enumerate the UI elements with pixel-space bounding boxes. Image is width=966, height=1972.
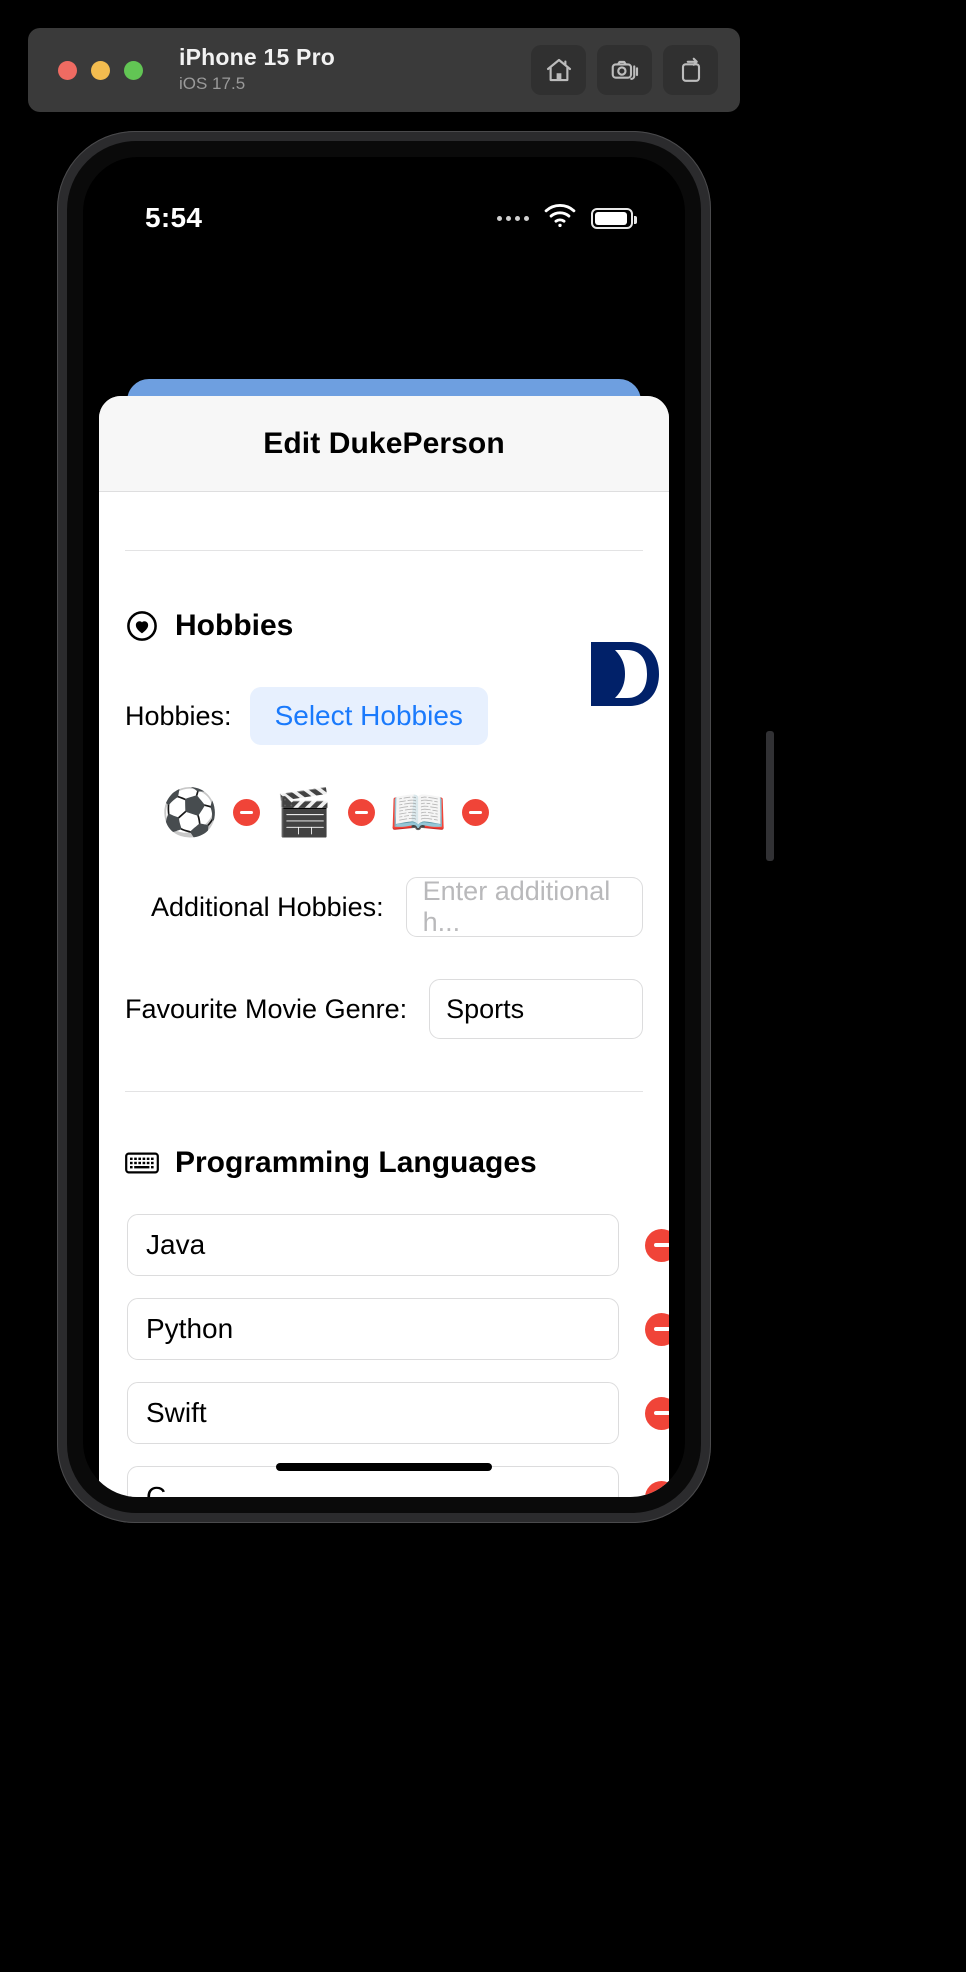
- hobbies-section-title: Hobbies: [175, 609, 294, 642]
- clapper-board-emoji: 🎬: [275, 786, 333, 838]
- screenshot-button[interactable]: [597, 45, 652, 95]
- simulator-titlebar: iPhone 15 Pro iOS 17.5: [28, 28, 740, 112]
- remove-language-button-2[interactable]: [645, 1312, 669, 1346]
- heart-circle-icon: [125, 609, 159, 643]
- language-row: Java: [125, 1214, 669, 1276]
- zoom-window-button[interactable]: [124, 60, 143, 80]
- status-bar-indicators: [497, 203, 637, 233]
- select-hobbies-button[interactable]: Select Hobbies: [249, 687, 488, 745]
- remove-language-button-1[interactable]: [645, 1228, 669, 1262]
- iphone-screen: 5:54 Edit DukePerson Hobbies Hobbies: Se…: [83, 157, 685, 1497]
- simulator-device-name: iPhone 15 Pro: [179, 44, 335, 71]
- battery-icon: [591, 207, 637, 229]
- hobbies-label: Hobbies:: [125, 700, 232, 731]
- additional-hobbies-input[interactable]: Enter additional h...: [405, 876, 643, 937]
- close-window-button[interactable]: [58, 60, 77, 80]
- home-indicator[interactable]: [276, 1463, 492, 1471]
- movie-genre-label: Favourite Movie Genre:: [125, 993, 408, 1024]
- window-traffic-lights: [58, 60, 143, 80]
- minimize-window-button[interactable]: [91, 60, 110, 80]
- languages-section-header: Programming Languages: [125, 1146, 643, 1180]
- cellular-dots-icon: [497, 215, 529, 221]
- power-button[interactable]: [766, 731, 774, 861]
- language-row: Python: [125, 1298, 669, 1360]
- simulator-toolbar-actions: [531, 45, 718, 95]
- screenshot-root: iPhone 15 Pro iOS 17.5 5:54 Edit DukePer…: [0, 0, 966, 1972]
- language-input-1[interactable]: Java: [127, 1214, 619, 1276]
- home-icon: [544, 55, 574, 85]
- simulator-device-info: iPhone 15 Pro iOS 17.5: [179, 44, 335, 95]
- camera-icon: [610, 55, 640, 85]
- iphone-device-frame: 5:54 Edit DukePerson Hobbies Hobbies: Se…: [57, 131, 774, 1523]
- open-book-emoji: 📖: [389, 786, 447, 838]
- movie-genre-input[interactable]: Sports: [429, 979, 643, 1039]
- language-input-3[interactable]: Swift: [127, 1382, 619, 1444]
- duke-logo: [585, 636, 667, 712]
- additional-hobbies-row: Additional Hobbies: Enter additional h..…: [125, 876, 643, 937]
- languages-list: Java Python Swift C: [125, 1214, 669, 1497]
- sheet-body: Hobbies Hobbies: Select Hobbies ⚽ 🎬 📖 Ad…: [99, 492, 669, 1497]
- rotate-button[interactable]: [663, 45, 718, 95]
- remove-hobby-button-1[interactable]: [233, 798, 261, 826]
- movie-genre-row: Favourite Movie Genre: Sports: [125, 979, 643, 1039]
- simulator-os-version: iOS 17.5: [179, 73, 246, 93]
- languages-section-title: Programming Languages: [175, 1146, 537, 1179]
- remove-language-button-3[interactable]: [645, 1396, 669, 1430]
- page-title: Edit DukePerson: [263, 426, 505, 460]
- keyboard-icon: [125, 1146, 159, 1180]
- wifi-icon: [543, 203, 577, 233]
- hobby-chips-list: ⚽ 🎬 📖: [125, 789, 643, 835]
- hobbies-select-row: Hobbies: Select Hobbies: [125, 687, 643, 745]
- iphone-bezel: 5:54 Edit DukePerson Hobbies Hobbies: Se…: [67, 141, 701, 1513]
- rotate-icon: [676, 55, 706, 85]
- sheet-header: Edit DukePerson: [99, 396, 669, 492]
- status-bar-time: 5:54: [145, 202, 203, 233]
- top-divider: [125, 550, 643, 551]
- section-divider: [125, 1091, 643, 1092]
- edit-dukeperson-sheet: Edit DukePerson Hobbies Hobbies: Select …: [99, 396, 669, 1497]
- remove-hobby-button-3[interactable]: [461, 798, 489, 826]
- language-input-2[interactable]: Python: [127, 1298, 619, 1360]
- hobbies-section-header: Hobbies: [125, 609, 643, 643]
- home-button[interactable]: [531, 45, 586, 95]
- language-row: Swift: [125, 1382, 669, 1444]
- additional-hobbies-label: Additional Hobbies:: [151, 891, 384, 922]
- remove-hobby-button-2[interactable]: [347, 798, 375, 826]
- ios-status-bar: 5:54: [83, 157, 685, 249]
- soccer-ball-emoji: ⚽: [161, 786, 219, 838]
- remove-language-button-4[interactable]: [645, 1480, 669, 1497]
